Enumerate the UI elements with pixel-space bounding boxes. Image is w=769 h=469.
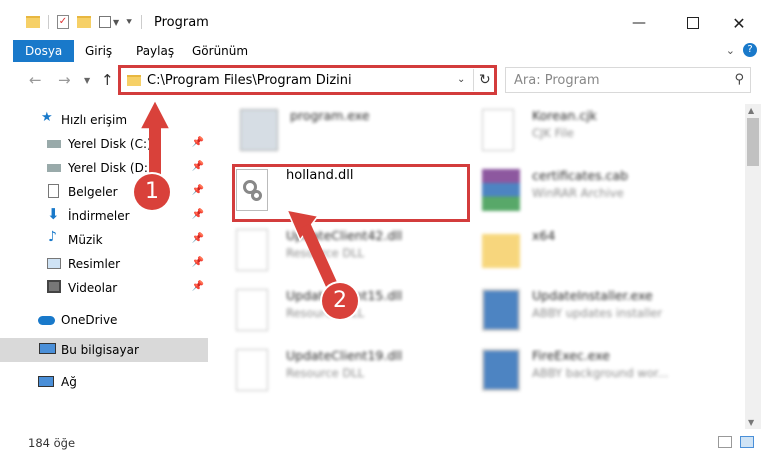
step-1-badge: 1 — [134, 174, 170, 210]
step-2-badge: 2 — [322, 283, 358, 319]
arrow-1-head — [138, 98, 172, 130]
annotation-arrows — [138, 98, 340, 293]
arrow-2-shaft — [299, 223, 340, 293]
